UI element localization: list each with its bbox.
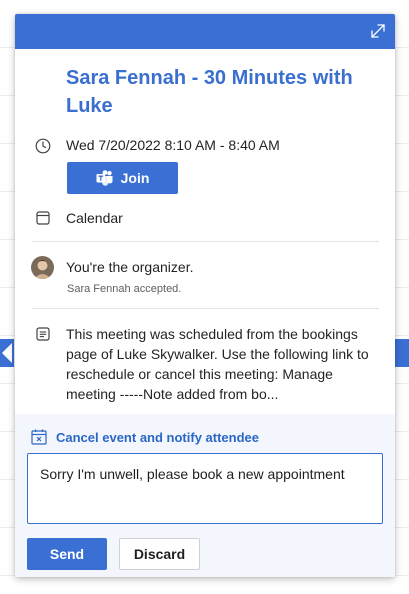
notes-icon xyxy=(36,327,50,341)
card-header xyxy=(15,14,395,49)
teams-icon xyxy=(96,170,113,186)
calendar-icon xyxy=(36,211,50,225)
divider xyxy=(32,241,379,242)
background-event-right[interactable] xyxy=(395,339,409,367)
calendar-cancel-icon xyxy=(31,429,47,445)
join-button-label: Join xyxy=(120,170,150,186)
send-button[interactable]: Send xyxy=(27,538,107,570)
attendee-status: Sara Fennah accepted. xyxy=(67,283,182,295)
calendar-name: Calendar xyxy=(66,210,123,226)
divider xyxy=(32,308,379,309)
discard-button[interactable]: Discard xyxy=(119,538,200,570)
event-notes: This meeting was scheduled from the book… xyxy=(66,326,369,402)
expand-icon[interactable] xyxy=(370,23,386,39)
event-title: Sara Fennah - 30 Minutes with Luke xyxy=(66,67,353,117)
cancel-event-panel: Cancel event and notify attendee Sorry I… xyxy=(15,414,395,577)
event-datetime: Wed 7/20/2022 8:10 AM - 8:40 AM xyxy=(66,137,280,153)
clock-icon xyxy=(35,138,51,154)
cancel-event-label: Cancel event and notify attendee xyxy=(56,430,259,445)
background-event-left[interactable] xyxy=(0,339,14,367)
organizer-text: You're the organizer. xyxy=(66,259,194,275)
cancel-message-input[interactable]: Sorry I'm unwell, please book a new appo… xyxy=(27,453,383,524)
event-details-card: Sara Fennah - 30 Minutes with Luke Wed 7… xyxy=(15,14,395,577)
organizer-avatar xyxy=(31,256,54,279)
join-button[interactable]: Join xyxy=(67,162,178,194)
